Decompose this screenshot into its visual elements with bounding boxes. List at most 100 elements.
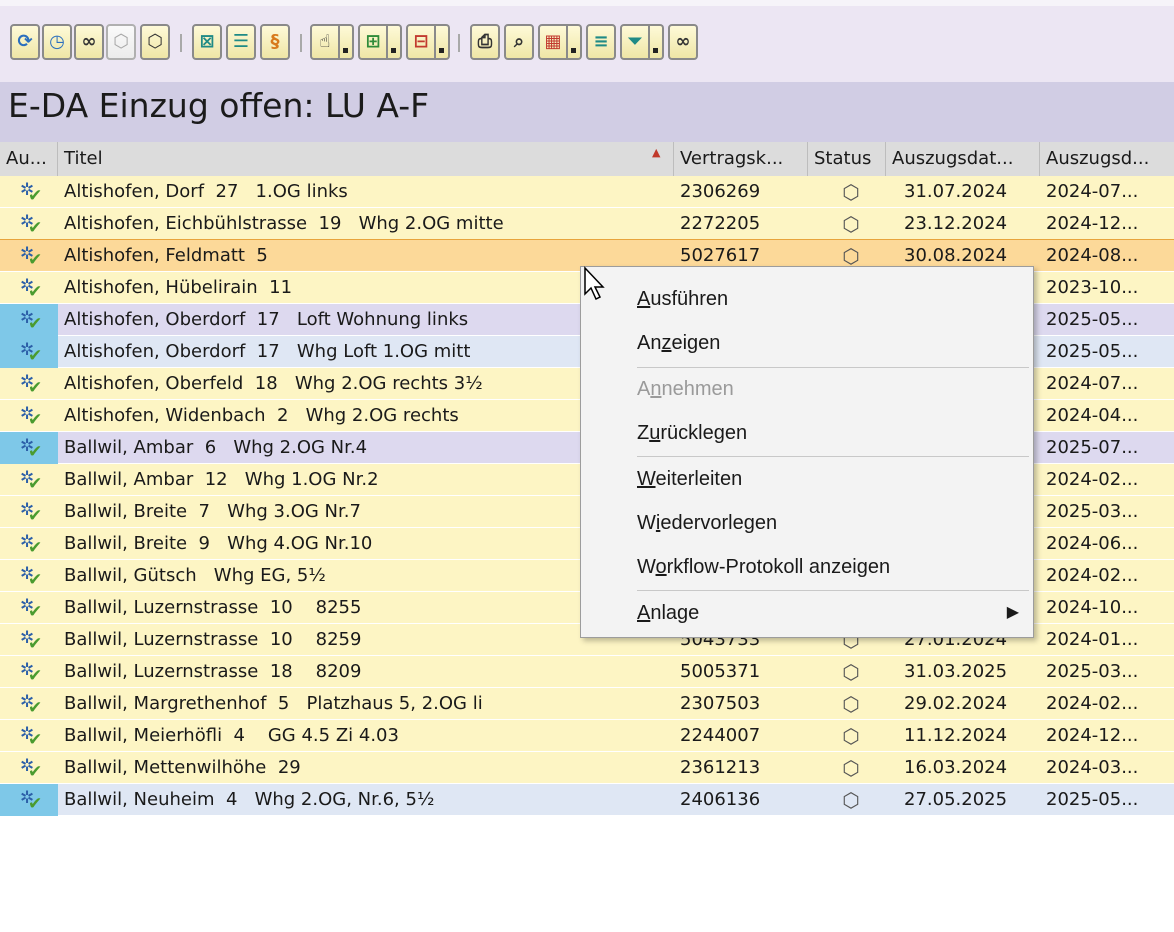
table-row[interactable]: ✲ ✔ Ballwil, Neuheim 4 Whg 2.OG, Nr.6, 5½ 2…: [0, 784, 1174, 816]
box-button[interactable]: ⬡: [140, 24, 170, 60]
align-icon: ☰: [232, 31, 250, 52]
checkmark-icon: ✔: [28, 634, 43, 654]
menu-item-weiterleiten[interactable]: Weiterleiten: [581, 457, 1033, 501]
preview-button[interactable]: ⌕: [504, 24, 534, 60]
workitem-cell: ✲ ✔: [0, 656, 58, 688]
workitem-icon: ✲ ✔: [20, 342, 50, 365]
column-header-auszugsdatum-2[interactable]: Auszugsd...: [1040, 142, 1174, 176]
row-auszugsdatum-iso: 2023-10...: [1046, 277, 1139, 298]
table-row[interactable]: ✲ ✔ Ballwil, Mettenwilhöhe 29 2361213 ⬡ 16.03…: [0, 752, 1174, 784]
menu-item-annehmen: Annehmen: [637, 378, 734, 400]
workitem-cell: ✲ ✔: [0, 240, 58, 272]
hand-button[interactable]: ☝: [310, 24, 340, 60]
grid-icon: ▦: [544, 31, 562, 52]
checkmark-icon: ✔: [28, 314, 43, 334]
glasses-button[interactable]: ∞: [74, 24, 104, 60]
row-auszugsdatum-iso: 2024-01...: [1046, 629, 1139, 650]
funnel-icon: ⏷: [627, 31, 643, 52]
sort-ascending-icon: ▲: [652, 146, 661, 159]
workitem-icon: ✲ ✔: [20, 694, 50, 717]
refresh-icon: ⟳: [17, 31, 33, 52]
workitem-cell: ✲ ✔: [0, 784, 58, 816]
row-vertragskonto: 2244007: [680, 725, 761, 746]
binoculars-icon: ∞: [675, 31, 691, 52]
menu-item-zuruecklegen[interactable]: Zurücklegen: [581, 411, 1033, 455]
column-header-titel[interactable]: Titel: [58, 142, 674, 176]
column-header-au[interactable]: Au...: [0, 142, 58, 176]
checkmark-icon: ✔: [28, 666, 43, 686]
refresh-button[interactable]: ⟳: [10, 24, 40, 60]
checkmark-icon: ✔: [28, 794, 43, 814]
column-header-auszugsdatum[interactable]: Auszugsdat...: [886, 142, 1040, 176]
menu-item-anzeigen[interactable]: Anzeigen: [581, 321, 1033, 365]
menu-item-wiedervorlegen[interactable]: Wiedervorlegen: [581, 501, 1033, 545]
print-button[interactable]: ⎙: [470, 24, 500, 60]
workitem-cell: ✲ ✔: [0, 496, 58, 528]
add-dropdown[interactable]: [388, 24, 402, 60]
table-row[interactable]: ✲ ✔ Ballwil, Luzernstrasse 18 8209 5005371 ⬡…: [0, 656, 1174, 688]
align-button[interactable]: ☰: [226, 24, 256, 60]
workitem-cell: ✲ ✔: [0, 688, 58, 720]
layout-dropdown[interactable]: [436, 24, 450, 60]
status-icon: ⬡: [842, 756, 860, 780]
row-title: Ballwil, Luzernstrasse 18 8209: [64, 661, 362, 682]
row-auszugsdatum-iso: 2024-12...: [1046, 213, 1139, 234]
glasses-icon: ∞: [81, 31, 97, 52]
table-row[interactable]: ✲ ✔ Ballwil, Margrethenhof 5 Platzhaus 5, …: [0, 688, 1174, 720]
checkmark-icon: ✔: [28, 410, 43, 430]
funnel-dropdown[interactable]: [650, 24, 664, 60]
workitem-icon: ✲ ✔: [20, 406, 50, 430]
row-vertragskonto: 2361213: [680, 757, 761, 778]
grid-dropdown[interactable]: [568, 24, 582, 60]
row-auszugsdatum: 16.03.2024: [904, 757, 1008, 778]
row-auszugsdatum: 31.03.2025: [904, 661, 1008, 682]
menu-item-ausfuehren[interactable]: Ausführen: [581, 277, 1033, 321]
row-vertragskonto: 5005371: [680, 661, 761, 682]
row-auszugsdatum: 23.12.2024: [904, 213, 1008, 234]
toolbar-separator: [458, 34, 460, 52]
row-auszugsdatum: 29.02.2024: [904, 693, 1008, 714]
checkmark-icon: ✔: [28, 538, 43, 558]
deadline-icon: ◷: [49, 31, 65, 52]
add-button[interactable]: ⊞: [358, 24, 388, 60]
row-vertragskonto: 2406136: [680, 789, 761, 810]
title-bar: E-DA Einzug offen: LU A-F: [0, 82, 1174, 142]
hand-dropdown[interactable]: [340, 24, 354, 60]
workitem-icon: ✲ ✔: [20, 534, 50, 558]
page-title: E-DA Einzug offen: LU A-F: [8, 86, 430, 125]
row-auszugsdatum-iso: 2025-05...: [1046, 789, 1139, 810]
menu-item-workflow-protokoll[interactable]: Workflow-Protokoll anzeigen: [581, 545, 1033, 589]
workitem-cell: ✲ ✔: [0, 176, 58, 208]
workitem-cell: ✲ ✔: [0, 432, 58, 464]
row-auszugsdatum: 27.05.2025: [904, 789, 1008, 810]
workitem-cell: ✲ ✔: [0, 368, 58, 400]
column-header-status[interactable]: Status: [808, 142, 886, 176]
layout-icon: ⊟: [413, 31, 429, 52]
status-icon: ⬡: [842, 660, 860, 684]
context-menu: Ausführen Anzeigen Annehmen Zurücklegen …: [580, 266, 1034, 638]
workitem-icon: ✲ ✔: [20, 470, 50, 493]
column-header-vertragskonto[interactable]: Vertragsk...: [674, 142, 808, 176]
row-title: Ballwil, Meierhöfli 4 GG 4.5 Zi 4.03: [64, 725, 399, 746]
table-row[interactable]: ✲ ✔ Altishofen, Dorf 27 1.OG links 2306269 ⬡…: [0, 176, 1174, 208]
sort-button[interactable]: ≡: [586, 24, 616, 60]
row-auszugsdatum-iso: 2024-03...: [1046, 757, 1139, 778]
row-auszugsdatum-iso: 2025-05...: [1046, 309, 1139, 330]
workitem-cell: ✲ ✔: [0, 464, 58, 496]
grid-button[interactable]: ▦: [538, 24, 568, 60]
table-row[interactable]: ✲ ✔ Ballwil, Meierhöfli 4 GG 4.5 Zi 4.03 22…: [0, 720, 1174, 752]
funnel-button[interactable]: ⏷: [620, 24, 650, 60]
workitem-cell: ✲ ✔: [0, 752, 58, 784]
layout-button[interactable]: ⊟: [406, 24, 436, 60]
menu-item-anlage[interactable]: Anlage ▶: [581, 591, 1033, 635]
binoculars-button[interactable]: ∞: [668, 24, 698, 60]
scroll-button[interactable]: §: [260, 24, 290, 60]
row-vertragskonto: 2272205: [680, 213, 761, 234]
filter-table-button[interactable]: ⊠: [192, 24, 222, 60]
deadline-button[interactable]: ◷: [42, 24, 72, 60]
workitem-icon: ✲ ✔: [20, 438, 50, 461]
grid-header: Au... Titel Vertragsk... Status Auszugsd…: [0, 142, 1174, 176]
table-row[interactable]: ✲ ✔ Altishofen, Eichbühlstrasse 19 Whg 2.O…: [0, 208, 1174, 240]
row-auszugsdatum-iso: 2024-07...: [1046, 373, 1139, 394]
workitem-icon: ✲ ✔: [20, 758, 50, 781]
